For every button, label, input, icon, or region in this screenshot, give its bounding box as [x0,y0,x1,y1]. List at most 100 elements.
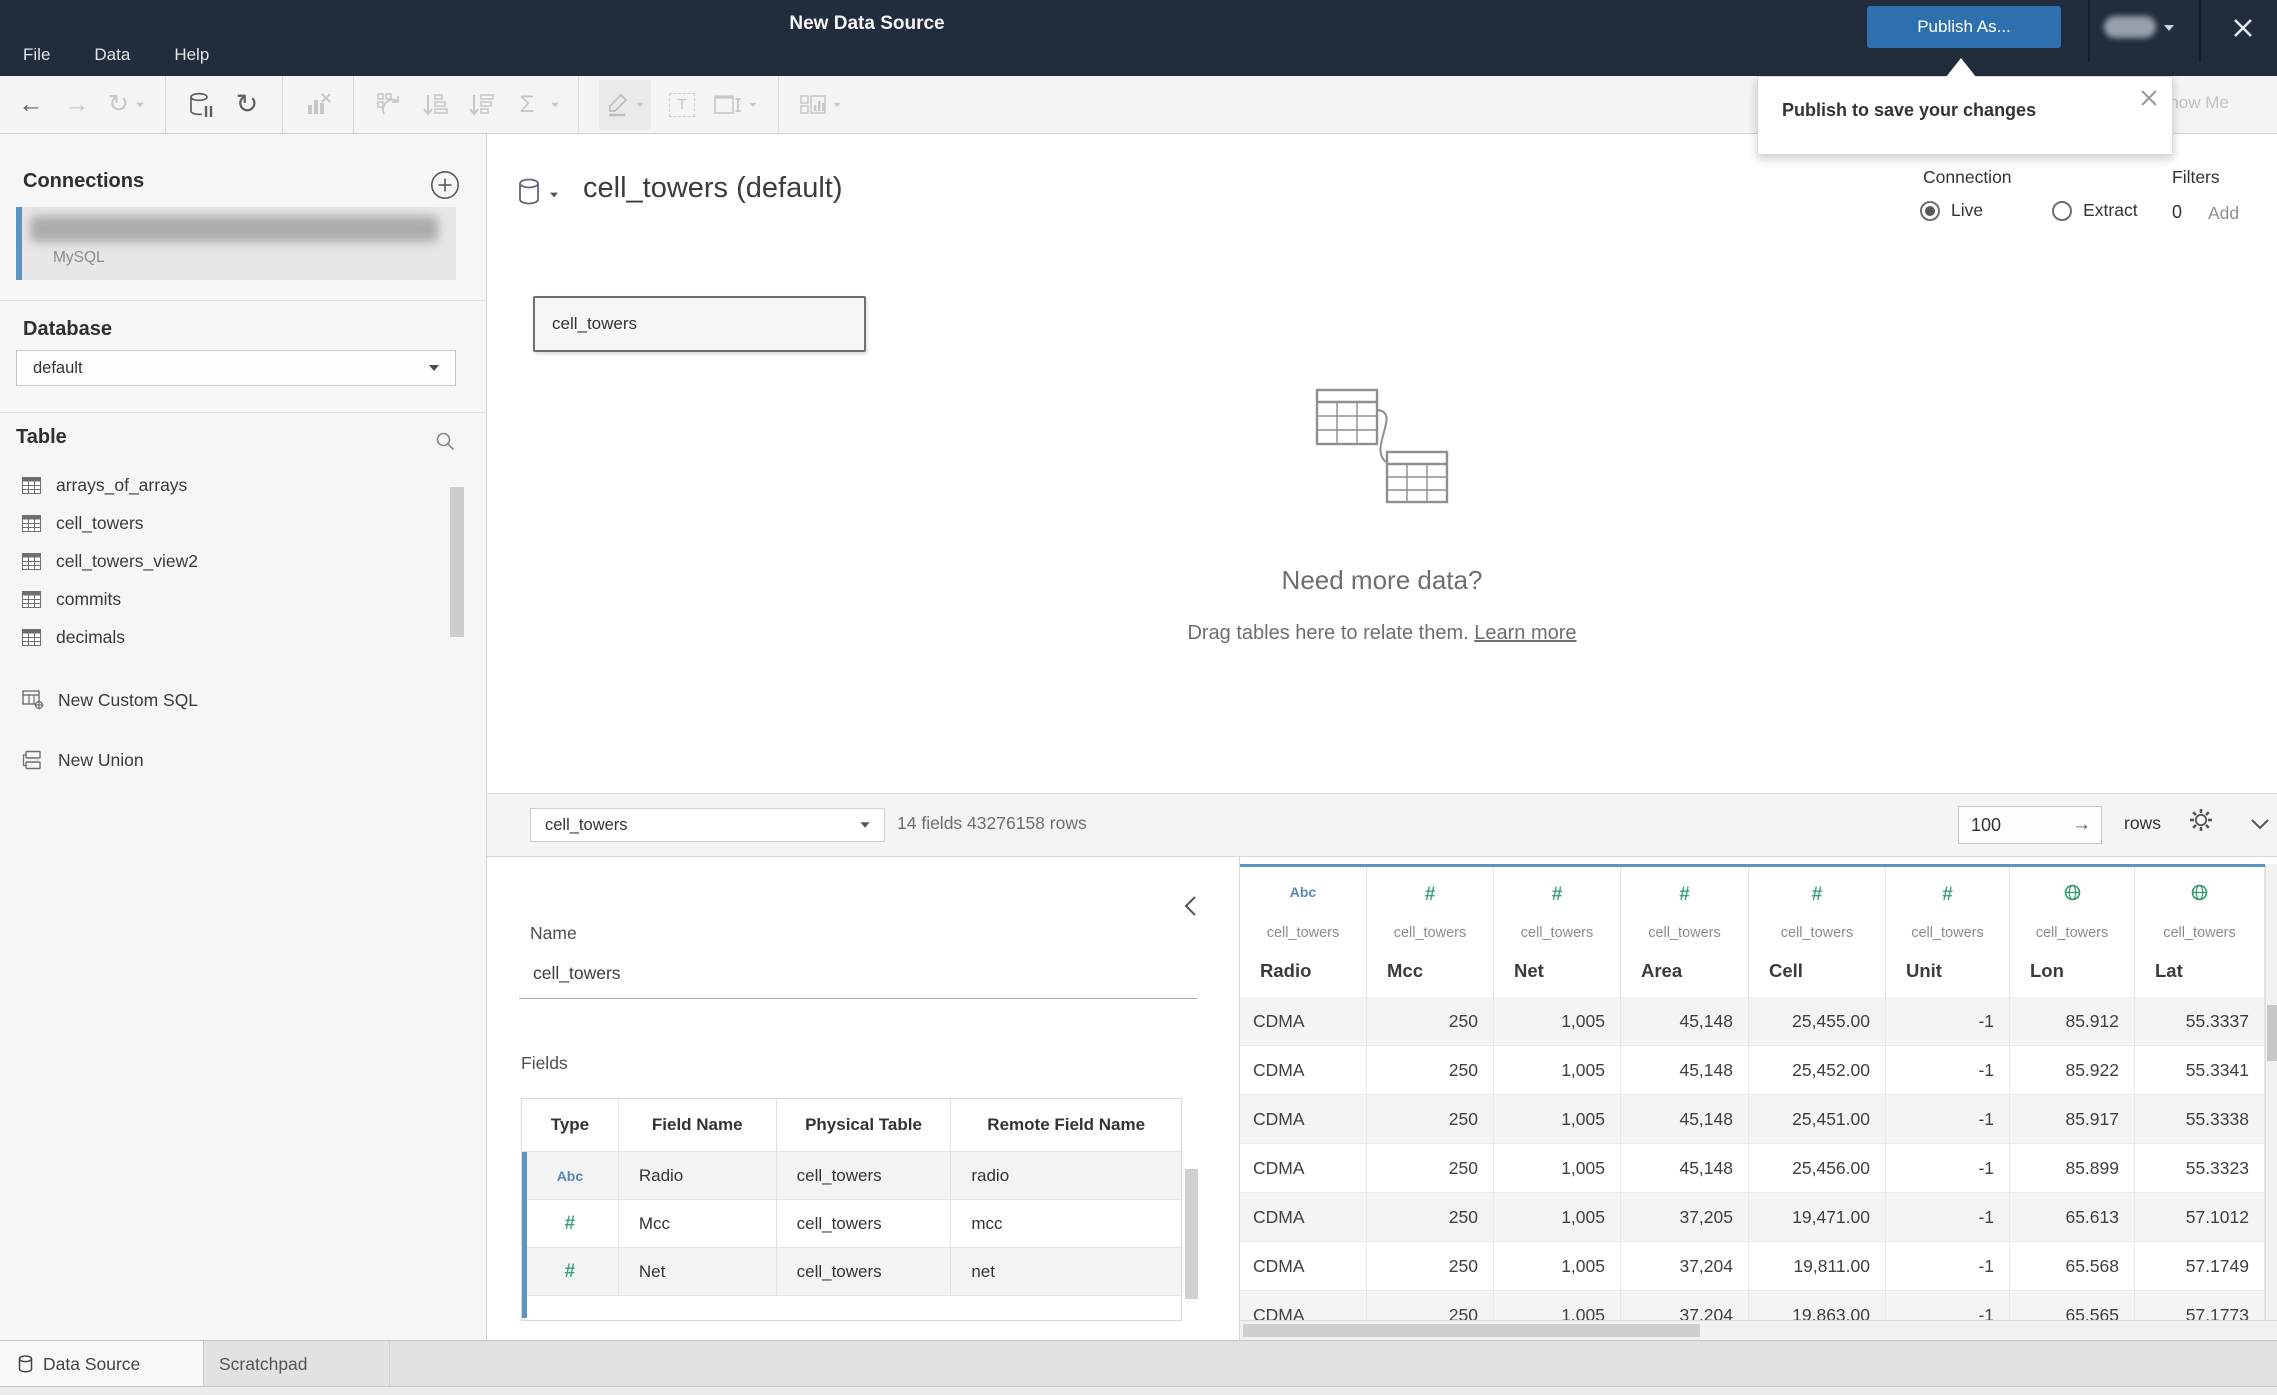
toolbar-divider [577,76,579,133]
field-table-cell: cell_towers [776,1248,952,1296]
data-source-icon[interactable] [518,178,541,205]
relationship-canvas: cell_towers (default) Connection Live Ex… [487,134,2277,793]
add-connection-icon[interactable] [430,170,460,200]
connection-item[interactable]: MySQL [16,207,456,280]
replay-icon[interactable]: ↻ [108,84,145,126]
learn-more-link[interactable]: Learn more [1474,622,1576,644]
database-select[interactable]: default [16,350,456,386]
user-menu-caret-icon[interactable] [2164,25,2174,31]
globe-icon [2191,884,2208,901]
grid-data-row: CDMA 250 1,005 37,204 19,811.00 -1 65.568 57.17… [1240,1242,2265,1291]
window-close-icon[interactable] [2232,17,2254,39]
table-grid-icon [22,590,41,608]
undo-icon[interactable]: ← [16,84,46,126]
totals-caret-icon[interactable] [551,102,559,107]
fields-table-scrollbar[interactable] [1185,1169,1198,1299]
fields-table-row[interactable]: # Mcc cell_towers mcc [522,1200,1181,1248]
fields-column-header[interactable]: Field Name [618,1099,777,1152]
menu-file[interactable]: File [23,45,50,65]
grid-data-row: CDMA 250 1,005 45,148 25,451.00 -1 85.917 55.33… [1240,1095,2265,1144]
grid-cell: CDMA [1240,997,1367,1046]
table-preview-select[interactable]: cell_towers [530,808,885,842]
clear-sheet-icon[interactable] [303,84,333,126]
live-radio[interactable] [1920,200,1940,221]
grid-cell: 1,005 [1494,1144,1621,1193]
grid-vertical-scrollbar[interactable] [2265,864,2277,1320]
grid-cell: 1,005 [1494,1193,1621,1242]
grid-column-field-name: Radio [1260,960,1312,981]
sidebar-table-item[interactable]: cell_towers_view2 [0,542,487,580]
field-field-cell: Radio [618,1152,777,1200]
user-avatar[interactable] [2104,16,2156,38]
grid-column-header[interactable]: Abc cell_towers Radio [1240,867,1367,997]
swap-rows-columns-icon[interactable] [374,84,404,126]
preview-settings-gear-icon[interactable] [2187,806,2215,834]
fields-column-header[interactable]: Physical Table [776,1099,952,1152]
empty-state-title: Need more data? [1281,565,1483,595]
sort-descending-icon[interactable] [466,84,496,126]
totals-sigma-icon[interactable]: Σ [512,84,542,126]
live-label: Live [1951,200,1984,220]
grid-data-row: CDMA 250 1,005 45,148 25,455.00 -1 85.912 55.33… [1240,997,2265,1046]
grid-cell: 19,811.00 [1749,1242,1886,1291]
sidebar-table-item[interactable]: decimals [0,618,487,656]
grid-cell: 250 [1367,1095,1494,1144]
highlight-pen-icon[interactable] [598,79,651,130]
sort-ascending-icon[interactable] [420,84,450,126]
tooltip-close-icon[interactable] [2140,89,2158,107]
grid-column-header[interactable]: # cell_towers Net [1494,867,1621,997]
sidebar-table-item[interactable]: commits [0,580,487,618]
grid-data-row: CDMA 250 1,005 45,148 25,452.00 -1 85.922 55.33… [1240,1046,2265,1095]
filters-add-button[interactable]: Add [2208,203,2239,224]
grid-column-header[interactable]: # cell_towers Unit [1886,867,2010,997]
sidebar-table-item[interactable]: cell_towers [0,504,487,542]
new-custom-sql-button[interactable]: New Custom SQL [0,680,487,720]
menu-help[interactable]: Help [174,45,209,65]
grid-horizontal-scrollbar[interactable] [1240,1320,2277,1340]
grid-column-header[interactable]: cell_towers Lat [2135,867,2265,997]
collapse-panel-icon[interactable] [1183,895,1197,917]
fields-column-header[interactable]: Type [522,1099,619,1152]
union-icon [22,750,44,770]
extract-radio[interactable] [2052,200,2073,221]
fields-table-row[interactable]: Abc Radio cell_towers radio [522,1152,1181,1200]
name-input[interactable]: cell_towers [519,963,1197,999]
grid-column-header[interactable]: # cell_towers Cell [1749,867,1886,997]
redo-icon[interactable]: → [62,84,92,126]
grid-column-header[interactable]: # cell_towers Mcc [1367,867,1494,997]
sidebar-table-item[interactable]: arrays_of_arrays [0,466,487,504]
collapse-preview-chevron-icon[interactable] [2250,817,2270,831]
row-count-input[interactable]: 100 → [1958,806,2102,844]
grid-column-header[interactable]: cell_towers Lon [2010,867,2135,997]
table-grid-icon [22,628,41,646]
fields-table-row[interactable]: # Net cell_towers net [522,1248,1181,1296]
grid-cell: 85.912 [2010,997,2135,1046]
fields-table-header: Type Field Name Physical Table Remote Field… [522,1099,1181,1152]
fields-column-header[interactable]: Remote Field Name [951,1099,1181,1152]
data-source-caret-icon[interactable] [550,192,558,198]
new-union-button[interactable]: New Union [0,740,487,780]
tab-data-source[interactable]: Data Source [0,1341,204,1387]
fit-cell-size-icon[interactable] [713,84,758,126]
apply-row-count-icon[interactable]: → [2072,814,2091,836]
grid-role-icon-wrap: # [1367,884,1493,906]
grid-role-icon-wrap [2010,884,2134,901]
titlebar-separator [2199,0,2201,62]
menu-data[interactable]: Data [94,45,130,65]
grid-horizontal-scrollbar-thumb[interactable] [1243,1324,1700,1337]
search-tables-icon[interactable] [435,431,456,452]
refresh-data-source-icon[interactable]: ↻ [232,84,262,126]
publish-as-button[interactable]: Publish As... [1867,6,2061,48]
table-list-scrollbar[interactable] [450,487,464,637]
text-label-icon[interactable]: T [667,84,697,126]
pause-auto-updates-icon[interactable] [186,84,216,126]
toolbar-divider [777,76,779,133]
grid-cell: 250 [1367,1193,1494,1242]
tab-scratchpad[interactable]: Scratchpad [204,1341,390,1387]
cell-towers-table-node[interactable]: cell_towers [533,296,866,352]
grid-column-header[interactable]: # cell_towers Area [1621,867,1749,997]
grid-cell: 85.922 [2010,1046,2135,1095]
grid-vertical-scrollbar-thumb[interactable] [2267,1005,2277,1061]
grid-cell: 1,005 [1494,1242,1621,1291]
show-hide-cards-icon[interactable] [799,84,842,126]
